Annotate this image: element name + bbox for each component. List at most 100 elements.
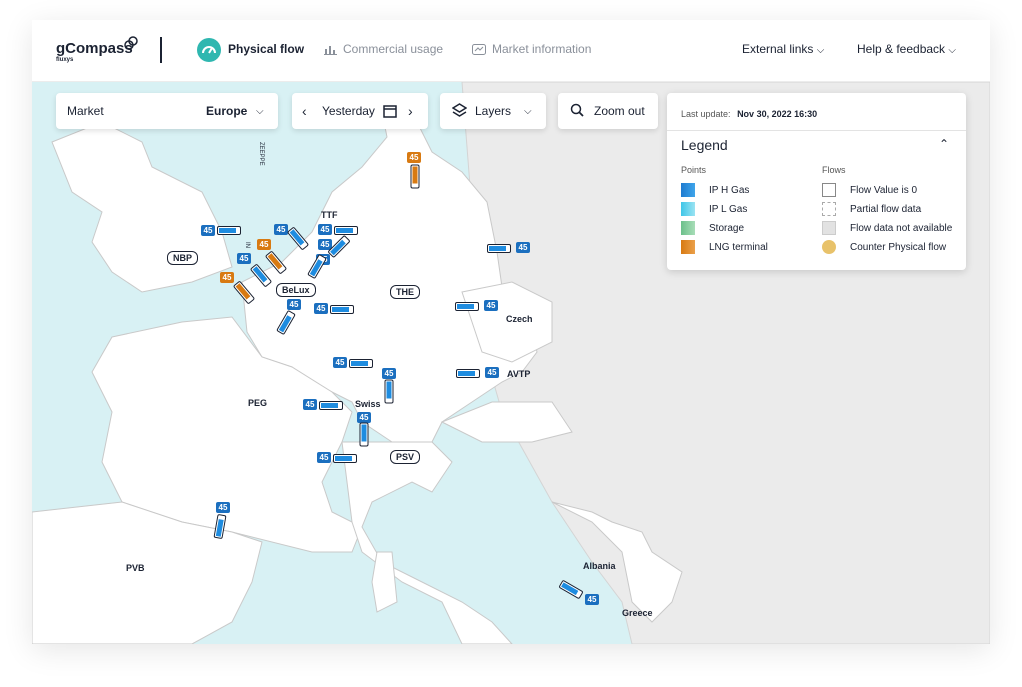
zone-peg[interactable]: PEG: [248, 398, 267, 408]
land-sardinia: [371, 551, 398, 613]
calendar-icon[interactable]: [383, 104, 397, 118]
legend-item-ip-l-gas: IP L Gas: [681, 202, 747, 216]
layers-menu[interactable]: Layers ⌵: [440, 93, 546, 129]
market-value: Europe: [206, 104, 248, 118]
swatch: [681, 183, 695, 197]
zone-psv[interactable]: PSV: [390, 450, 421, 464]
legend-item-storage: Storage: [681, 221, 744, 235]
flow-badge-lng[interactable]: 45: [257, 239, 271, 250]
zoom-out-label: Zoom out: [594, 104, 645, 118]
zone-avtp[interactable]: AVTP: [507, 369, 530, 379]
legend-points-title: Points: [681, 165, 707, 175]
legend-item-ip-h-gas: IP H Gas: [681, 183, 749, 197]
flow-badge[interactable]: 45: [516, 242, 530, 253]
flow-pill[interactable]: [333, 454, 357, 463]
zoom-out-button[interactable]: Zoom out: [558, 93, 658, 129]
legend-item-label: LNG terminal: [709, 241, 768, 253]
layers-label: Layers: [475, 104, 512, 118]
land-italy: [341, 441, 513, 644]
label-zeeppe: ZEEPPE: [258, 142, 264, 166]
flow-badge[interactable]: 45: [382, 368, 396, 379]
flow-badge[interactable]: 45: [201, 225, 215, 236]
flow-badge[interactable]: 45: [333, 357, 347, 368]
date-picker[interactable]: ‹ Yesterday ›: [292, 93, 428, 129]
nav-label: Physical flow: [228, 42, 305, 56]
flow-badge[interactable]: 45: [357, 412, 371, 423]
flow-pill[interactable]: [487, 244, 511, 253]
chevron-left-icon[interactable]: ‹: [302, 103, 307, 119]
flow-badge[interactable]: 45: [318, 224, 332, 235]
chevron-down-icon: ⌵: [256, 105, 264, 117]
flow-badge[interactable]: 45: [287, 299, 301, 310]
flow-badge[interactable]: 45: [314, 303, 328, 314]
legend-item-lng-terminal: LNG terminal: [681, 240, 768, 254]
flow-pill[interactable]: [455, 302, 479, 311]
flow-badge[interactable]: 45: [216, 502, 230, 513]
last-update: Last update: Nov 30, 2022 16:30: [681, 109, 817, 119]
logo-mark-icon: [124, 36, 138, 50]
flow-badge[interactable]: 45: [585, 594, 599, 605]
layers-icon: [452, 103, 467, 117]
zone-ttf[interactable]: TTF: [321, 210, 338, 220]
flow-pill-lng[interactable]: [410, 164, 420, 189]
chevron-down-icon: ⌵: [948, 45, 956, 56]
legend-item-label: Storage: [709, 222, 745, 234]
flow-badge[interactable]: 45: [484, 300, 498, 311]
chevron-right-icon[interactable]: ›: [408, 103, 413, 119]
legend-item-label: Flow data not available: [850, 222, 953, 234]
flow-pill[interactable]: [319, 401, 343, 410]
help-label: Help & feedback: [857, 42, 946, 56]
label-in: IN: [244, 242, 250, 248]
flow-badge[interactable]: 45: [485, 367, 499, 378]
flow-pill[interactable]: [349, 359, 373, 368]
legend-panel: Last update: Nov 30, 2022 16:30 Legend ⌃…: [667, 93, 966, 270]
flow-pill[interactable]: [334, 226, 358, 235]
flow-badge[interactable]: 45: [237, 253, 251, 264]
zone-swiss[interactable]: Swiss: [355, 399, 381, 409]
flow-pill[interactable]: [330, 305, 354, 314]
swatch: [822, 202, 836, 216]
zone-pvb[interactable]: PVB: [126, 563, 145, 573]
legend-flows-title: Flows: [822, 165, 846, 175]
gauge-icon: [197, 38, 221, 62]
date-value: Yesterday: [322, 104, 375, 118]
flow-pill[interactable]: [456, 369, 480, 378]
zone-belux[interactable]: BeLux: [276, 283, 316, 297]
legend-item-label: Counter Physical flow: [850, 241, 947, 253]
header-divider: [160, 37, 162, 63]
zone-albania[interactable]: Albania: [583, 561, 616, 571]
zone-greece[interactable]: Greece: [622, 608, 653, 618]
market-label: Market: [67, 104, 104, 118]
swatch: [822, 183, 836, 197]
flow-pill[interactable]: [217, 226, 241, 235]
legend-item-counter-flow: Counter Physical flow: [822, 240, 946, 254]
legend-item-partial-flow: Partial flow data: [822, 202, 921, 216]
flow-badge-lng[interactable]: 45: [407, 152, 421, 163]
swatch: [681, 240, 695, 254]
last-update-label: Last update:: [681, 109, 731, 119]
legend-title: Legend: [681, 137, 728, 153]
flow-badge[interactable]: 45: [303, 399, 317, 410]
flow-badge-lng[interactable]: 45: [220, 272, 234, 283]
flow-pill[interactable]: [384, 379, 394, 404]
nav-label: Market information: [492, 42, 592, 56]
help-feedback-menu[interactable]: Help & feedback ⌵: [857, 42, 956, 56]
flow-badge[interactable]: 45: [274, 224, 288, 235]
flow-badge[interactable]: 45: [317, 452, 331, 463]
logo[interactable]: gCompass: [56, 40, 133, 57]
nav-physical-flow[interactable]: Physical flow: [228, 42, 304, 56]
zone-nbp[interactable]: NBP: [167, 251, 199, 265]
nav-market-information[interactable]: Market information: [472, 42, 591, 56]
external-links-menu[interactable]: External links ⌵: [742, 42, 824, 56]
legend-item-label: Partial flow data: [850, 203, 922, 215]
swatch: [822, 221, 836, 235]
zone-czech[interactable]: Czech: [506, 314, 533, 324]
swatch: [822, 240, 836, 254]
zone-the[interactable]: THE: [390, 285, 420, 299]
magnifier-icon: [570, 103, 584, 117]
nav-commercial-usage[interactable]: Commercial usage: [324, 42, 443, 56]
chevron-down-icon: ⌵: [816, 45, 825, 56]
flow-pill[interactable]: [359, 422, 369, 447]
chevron-up-icon[interactable]: ⌃: [939, 137, 949, 151]
market-select[interactable]: Market Europe ⌵: [56, 93, 278, 129]
